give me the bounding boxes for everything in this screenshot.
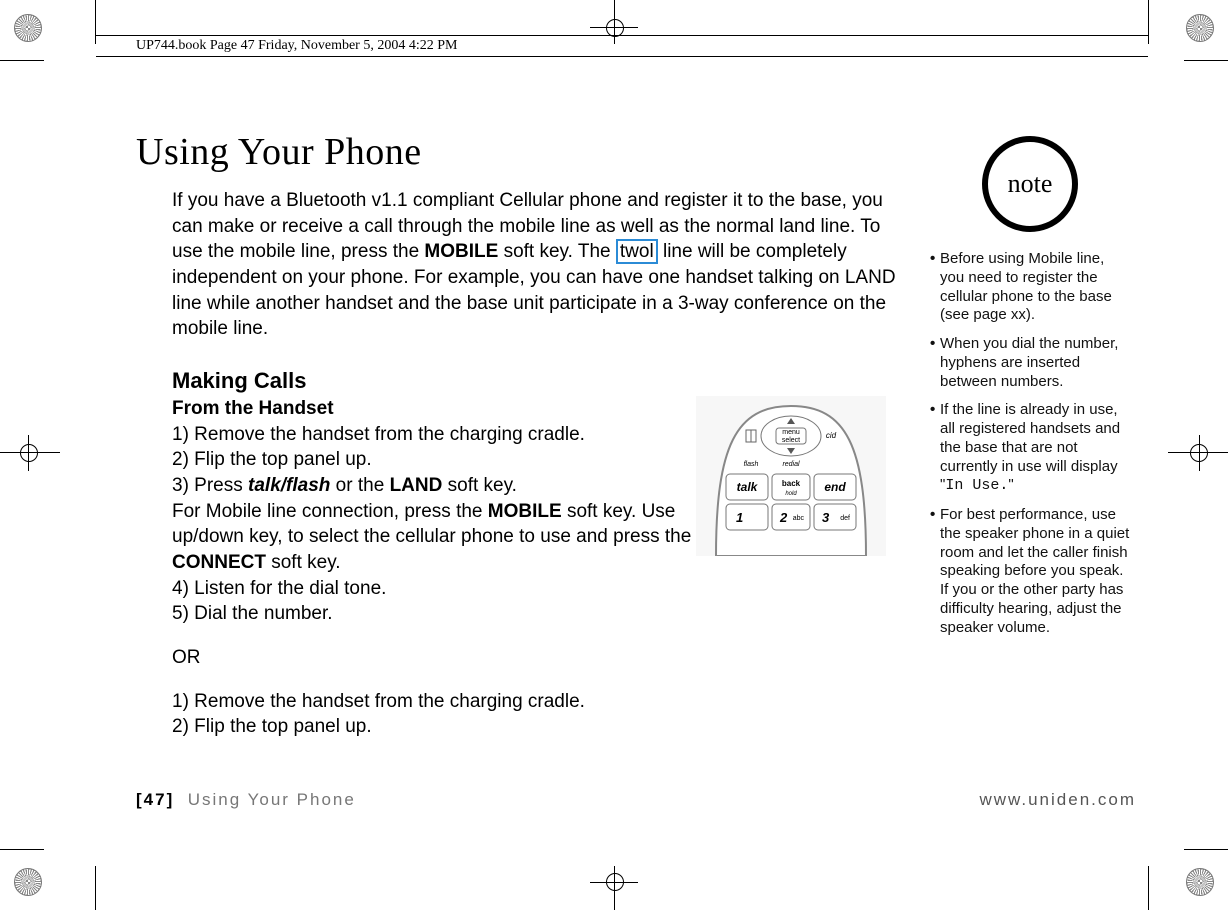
note-sidebar: note •Before using Mobile line, you need…: [930, 136, 1130, 647]
note-text: If the line is already in use, all regis…: [940, 401, 1130, 496]
step-text: 2) Flip the top panel up.: [172, 714, 732, 740]
note-item: •If the line is already in use, all regi…: [930, 401, 1130, 496]
bullet-icon: •: [930, 250, 940, 325]
note-list: •Before using Mobile line, you need to r…: [930, 250, 1130, 637]
bullet-icon: •: [930, 401, 940, 496]
step-text: 1) Remove the handset from the charging …: [172, 689, 732, 715]
footer-chapter: Using Your Phone: [181, 790, 356, 809]
step-fragment: For Mobile line connection, press the: [172, 501, 488, 522]
note-fragment: ": [1008, 476, 1013, 493]
intro-paragraph: If you have a Bluetooth v1.1 compliant C…: [136, 188, 896, 342]
twol-highlight: twol: [616, 239, 658, 264]
crop-mark: [1148, 0, 1149, 44]
or-label: OR: [172, 645, 732, 671]
step-fragment: 3) Press: [172, 475, 248, 496]
section-heading: Making Calls: [172, 368, 896, 394]
phone-key-3: 3: [822, 510, 830, 525]
note-item: •For best performance, use the speaker p…: [930, 506, 1130, 637]
crop-mark: [0, 849, 44, 850]
footer-left: [47] Using Your Phone: [136, 790, 356, 810]
phone-illustration: menu select cid flash redial talk back h…: [695, 395, 887, 557]
print-registration-hatch: [1186, 868, 1214, 896]
crop-mark: [1184, 849, 1228, 850]
note-text: For best performance, use the speaker ph…: [940, 506, 1130, 637]
phone-label-back: back: [782, 479, 801, 488]
step-text: 3) Press talk/flash or the LAND soft key…: [172, 473, 732, 499]
page-title: Using Your Phone: [136, 130, 896, 174]
registration-mark: [20, 444, 38, 462]
crop-mark: [0, 60, 44, 61]
footer-chapter-text: Using Your Phone: [188, 790, 356, 809]
note-item: •Before using Mobile line, you need to r…: [930, 250, 1130, 325]
header-rule-top: [96, 35, 1148, 36]
phone-key-1: 1: [736, 510, 743, 525]
step-text: 2) Flip the top panel up.: [172, 447, 732, 473]
phone-label-end: end: [824, 480, 846, 494]
step-text: For Mobile line connection, press the MO…: [172, 499, 732, 576]
header-rule-bottom: [96, 56, 1148, 57]
print-registration-hatch: [14, 14, 42, 42]
note-item: •When you dial the number, hyphens are i…: [930, 335, 1130, 391]
print-registration-hatch: [14, 868, 42, 896]
registration-mark: [606, 873, 624, 891]
phone-label-menu: menu: [782, 429, 800, 436]
mobile-keyword: MOBILE: [424, 241, 498, 262]
phone-key-def: def: [840, 515, 850, 522]
crop-mark: [1184, 60, 1228, 61]
phone-label-cid: cid: [826, 431, 837, 440]
note-text: When you dial the number, hyphens are in…: [940, 335, 1130, 391]
bullet-icon: •: [930, 506, 940, 637]
step-text: 1) Remove the handset from the charging …: [172, 422, 732, 448]
note-label: note: [1008, 169, 1053, 199]
phone-key-2: 2: [779, 510, 788, 525]
registration-mark: [1190, 444, 1208, 462]
note-text: Before using Mobile line, you need to re…: [940, 250, 1130, 325]
step-fragment: soft key.: [266, 552, 341, 573]
page-footer: [47] Using Your Phone www.uniden.com: [136, 790, 1136, 810]
talk-flash-keyword: talk/flash: [248, 475, 330, 496]
step-text: 5) Dial the number.: [172, 601, 732, 627]
footer-page-number: [47]: [136, 790, 174, 809]
step-fragment: soft key.: [442, 475, 517, 496]
bullet-icon: •: [930, 335, 940, 391]
crop-mark: [95, 0, 96, 44]
phone-key-abc: abc: [793, 515, 805, 522]
note-icon: note: [982, 136, 1078, 232]
phone-label-flash: flash: [744, 461, 759, 468]
phone-label-hold: hold: [785, 491, 797, 497]
crop-mark: [95, 866, 96, 910]
phone-label-talk: talk: [737, 480, 759, 494]
connect-keyword: CONNECT: [172, 552, 266, 573]
land-keyword: LAND: [390, 475, 443, 496]
crop-mark: [1148, 866, 1149, 910]
note-mono: In Use.: [945, 477, 1008, 494]
intro-text: soft key. The: [498, 241, 616, 262]
step-fragment: or the: [330, 475, 389, 496]
print-registration-hatch: [1186, 14, 1214, 42]
header-strip-text: UP744.book Page 47 Friday, November 5, 2…: [136, 38, 457, 54]
phone-label-redial: redial: [782, 461, 800, 468]
step-text: 4) Listen for the dial tone.: [172, 576, 732, 602]
steps-block-1: 1) Remove the handset from the charging …: [172, 422, 732, 740]
mobile-keyword: MOBILE: [488, 501, 562, 522]
phone-label-select: select: [782, 437, 800, 444]
footer-url: www.uniden.com: [979, 790, 1136, 810]
